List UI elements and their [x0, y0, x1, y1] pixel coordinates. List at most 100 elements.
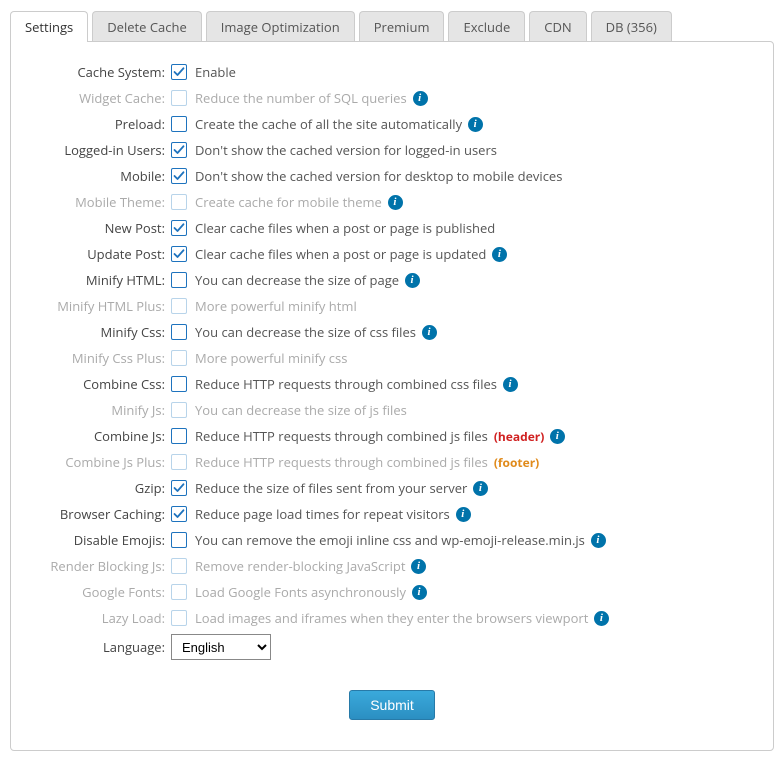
setting-row: Update Post: Clear cache files when a pos… — [31, 244, 753, 264]
checkbox-preload[interactable] — [171, 116, 187, 132]
checkbox-lazy-load[interactable] — [171, 610, 187, 626]
checkbox-combine-css[interactable] — [171, 376, 187, 392]
desc-new-post: Clear cache files when a post or page is… — [195, 219, 495, 237]
desc-update-post: Clear cache files when a post or page is… — [195, 245, 507, 263]
label-minify-css: Minify Css: — [31, 323, 171, 341]
info-icon[interactable]: i — [473, 481, 488, 496]
submit-button[interactable]: Submit — [349, 690, 435, 720]
checkbox-minify-js[interactable] — [171, 402, 187, 418]
setting-row: Disable Emojis: You can remove the emoji … — [31, 530, 753, 550]
desc-mobile: Don't show the cached version for deskto… — [195, 167, 562, 185]
checkbox-combine-js-plus[interactable] — [171, 454, 187, 470]
checkbox-gzip[interactable] — [171, 480, 187, 496]
desc-lazy-load: Load images and iframes when they enter … — [195, 609, 609, 627]
tab-db-356-[interactable]: DB (356) — [591, 11, 672, 42]
setting-row: Browser Caching:Reduce page load times f… — [31, 504, 753, 524]
desc-widget-cache: Reduce the number of SQL queriesi — [195, 89, 428, 107]
info-icon[interactable]: i — [594, 611, 609, 626]
setting-row: Minify Css Plus:More powerful minify css — [31, 348, 753, 368]
info-icon[interactable]: i — [405, 273, 420, 288]
label-preload: Preload: — [31, 115, 171, 133]
checkbox-widget-cache[interactable] — [171, 90, 187, 106]
label-gzip: Gzip: — [31, 479, 171, 497]
tab-delete-cache[interactable]: Delete Cache — [92, 11, 202, 42]
checkbox-new-post[interactable] — [171, 220, 187, 236]
checkbox-browser-caching[interactable] — [171, 506, 187, 522]
setting-row: Minify HTML Plus:More powerful minify ht… — [31, 296, 753, 316]
info-icon[interactable]: i — [550, 429, 565, 444]
info-icon[interactable]: i — [591, 533, 606, 548]
desc-minify-css: You can decrease the size of css filesi — [195, 323, 437, 341]
checkbox-mobile[interactable] — [171, 168, 187, 184]
info-icon[interactable]: i — [388, 195, 403, 210]
language-label: Language: — [31, 638, 171, 656]
checkbox-cache-system[interactable] — [171, 64, 187, 80]
checkbox-render-blocking-js[interactable] — [171, 558, 187, 574]
info-icon[interactable]: i — [492, 247, 507, 262]
desc-mobile-theme: Create cache for mobile themei — [195, 193, 403, 211]
info-icon[interactable]: i — [411, 559, 426, 574]
info-icon[interactable]: i — [412, 585, 427, 600]
setting-row: Google Fonts:Load Google Fonts asynchron… — [31, 582, 753, 602]
checkbox-combine-js[interactable] — [171, 428, 187, 444]
label-new-post: New Post: — [31, 219, 171, 237]
checkbox-google-fonts[interactable] — [171, 584, 187, 600]
setting-row: Preload: Create the cache of all the site… — [31, 114, 753, 134]
setting-row: New Post: Clear cache files when a post o… — [31, 218, 753, 238]
label-combine-js: Combine Js: — [31, 427, 171, 445]
label-widget-cache: Widget Cache: — [31, 89, 171, 107]
checkbox-update-post[interactable] — [171, 246, 187, 262]
setting-row: Lazy Load: Load images and iframes when t… — [31, 608, 753, 628]
tab-cdn[interactable]: CDN — [529, 11, 586, 42]
tab-premium[interactable]: Premium — [359, 11, 445, 42]
setting-row: Mobile:Don't show the cached version for… — [31, 166, 753, 186]
setting-row: Logged-in Users:Don't show the cached ve… — [31, 140, 753, 160]
desc-preload: Create the cache of all the site automat… — [195, 115, 483, 133]
setting-row: Combine Js Plus: Reduce HTTP requests thr… — [31, 452, 753, 472]
checkbox-logged-in-users[interactable] — [171, 142, 187, 158]
desc-cache-system: Enable — [195, 63, 236, 81]
checkbox-minify-css-plus[interactable] — [171, 350, 187, 366]
label-update-post: Update Post: — [31, 245, 171, 263]
checkbox-minify-css[interactable] — [171, 324, 187, 340]
checkbox-mobile-theme[interactable] — [171, 194, 187, 210]
setting-row: Render Blocking Js: Remove render-blockin… — [31, 556, 753, 576]
info-icon[interactable]: i — [413, 91, 428, 106]
tabs: SettingsDelete CacheImage OptimizationPr… — [10, 10, 774, 41]
tab-settings[interactable]: Settings — [10, 11, 88, 42]
info-icon[interactable]: i — [468, 117, 483, 132]
checkbox-minify-html[interactable] — [171, 272, 187, 288]
desc-combine-js-plus: Reduce HTTP requests through combined js… — [195, 453, 539, 471]
footer-tag: (footer) — [494, 454, 539, 471]
desc-browser-caching: Reduce page load times for repeat visito… — [195, 505, 471, 523]
label-disable-emojis: Disable Emojis: — [31, 531, 171, 549]
language-select[interactable]: English — [171, 634, 271, 660]
label-combine-css: Combine Css: — [31, 375, 171, 393]
setting-row: Combine Js: Reduce HTTP requests through … — [31, 426, 753, 446]
desc-combine-js: Reduce HTTP requests through combined js… — [195, 427, 565, 445]
desc-google-fonts: Load Google Fonts asynchronouslyi — [195, 583, 427, 601]
desc-disable-emojis: You can remove the emoji inline css and … — [195, 531, 606, 549]
setting-row: Cache System:Enable — [31, 62, 753, 82]
checkbox-disable-emojis[interactable] — [171, 532, 187, 548]
label-logged-in-users: Logged-in Users: — [31, 141, 171, 159]
tab-exclude[interactable]: Exclude — [448, 11, 525, 42]
info-icon[interactable]: i — [503, 377, 518, 392]
desc-combine-css: Reduce HTTP requests through combined cs… — [195, 375, 518, 393]
label-lazy-load: Lazy Load: — [31, 609, 171, 627]
info-icon[interactable]: i — [456, 507, 471, 522]
info-icon[interactable]: i — [422, 325, 437, 340]
label-combine-js-plus: Combine Js Plus: — [31, 453, 171, 471]
desc-minify-html: You can decrease the size of pagei — [195, 271, 420, 289]
checkbox-minify-html-plus[interactable] — [171, 298, 187, 314]
label-mobile-theme: Mobile Theme: — [31, 193, 171, 211]
label-minify-css-plus: Minify Css Plus: — [31, 349, 171, 367]
desc-render-blocking-js: Remove render-blocking JavaScripti — [195, 557, 426, 575]
setting-row: Minify HTML:You can decrease the size of… — [31, 270, 753, 290]
setting-row: Gzip: Reduce the size of files sent from … — [31, 478, 753, 498]
setting-row: Combine Css: Reduce HTTP requests through… — [31, 374, 753, 394]
tab-image-optimization[interactable]: Image Optimization — [206, 11, 355, 42]
label-minify-html-plus: Minify HTML Plus: — [31, 297, 171, 315]
desc-gzip: Reduce the size of files sent from your … — [195, 479, 488, 497]
label-render-blocking-js: Render Blocking Js: — [31, 557, 171, 575]
